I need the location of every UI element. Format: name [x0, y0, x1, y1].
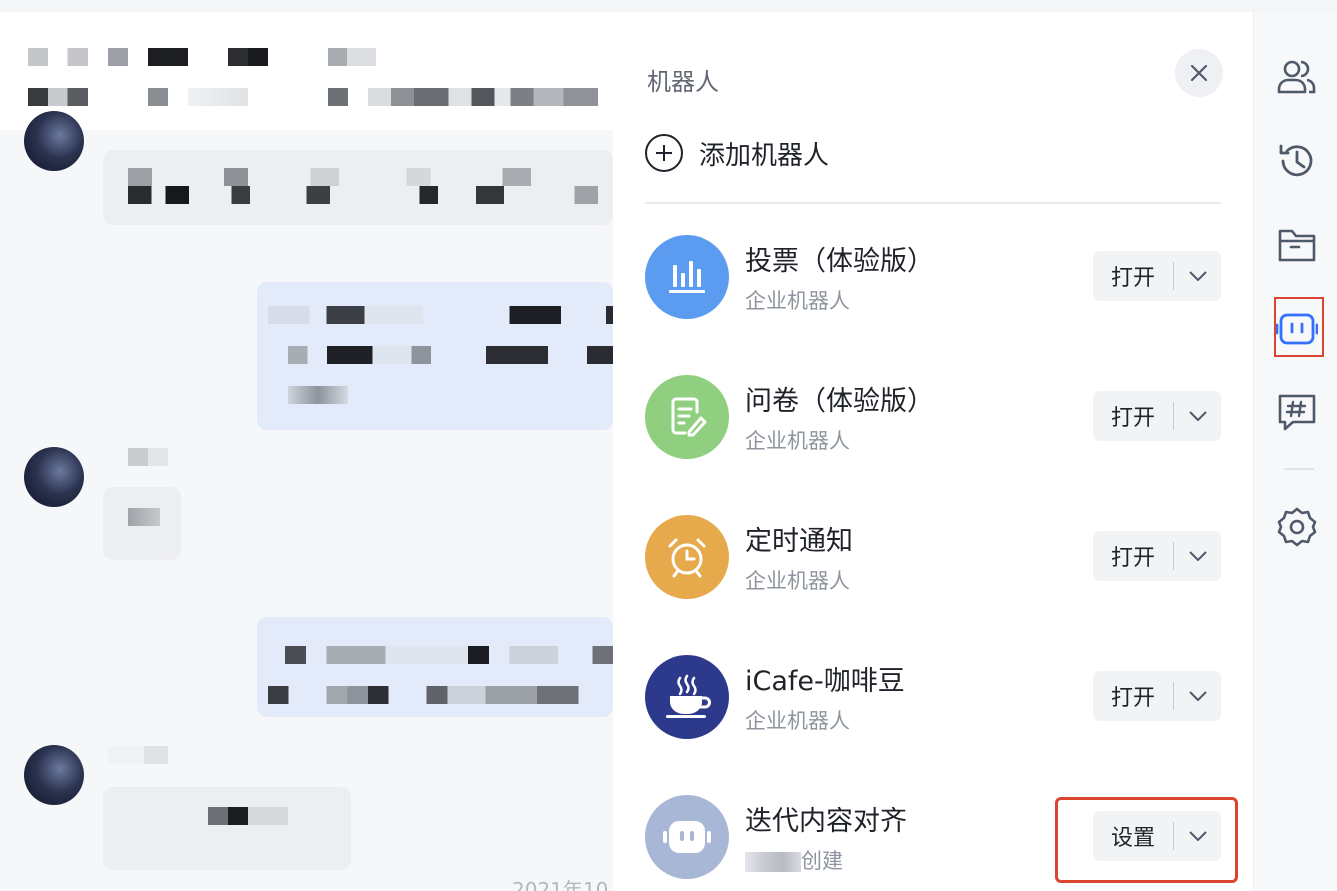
open-button-label: 打开 — [1110, 406, 1155, 431]
avatar — [24, 111, 84, 171]
settings-icon[interactable] — [1276, 506, 1318, 548]
robot-panel: 机器人 添加机器人 投票（体验版） 企业机器人 打开 问卷（体验版） 企业机器人… — [613, 12, 1253, 891]
bot-subtitle: 企业机器人 — [745, 569, 850, 593]
top-strip — [0, 0, 1337, 12]
panel-title: 机器人 — [647, 68, 719, 96]
add-robot-label: 添加机器人 — [699, 140, 830, 171]
settings-button[interactable]: 设置 — [1093, 811, 1221, 861]
bot-name: 投票（体验版） — [745, 246, 934, 277]
robot-face-icon — [645, 795, 729, 879]
message-bubble — [103, 787, 351, 870]
bot-item-icafe[interactable]: iCafe-咖啡豆 企业机器人 打开 — [645, 655, 1225, 745]
bot-name: 问卷（体验版） — [745, 386, 934, 417]
bot-item-vote[interactable]: 投票（体验版） 企业机器人 打开 — [645, 235, 1225, 325]
chevron-down-icon[interactable] — [1174, 391, 1221, 441]
open-button[interactable]: 打开 — [1093, 251, 1221, 301]
bot-item-timed-notice[interactable]: 定时通知 企业机器人 打开 — [645, 515, 1225, 605]
edit-document-icon — [645, 375, 729, 459]
divider — [645, 202, 1221, 204]
bot-subtitle: 企业机器人 — [745, 709, 850, 733]
chevron-down-icon[interactable] — [1174, 251, 1221, 301]
robot-icon[interactable] — [1276, 308, 1318, 350]
chat-date: 2021年10 — [512, 878, 609, 891]
open-button-label: 打开 — [1110, 266, 1155, 291]
right-sidebar — [1253, 12, 1337, 891]
alarm-clock-icon — [645, 515, 729, 599]
chevron-down-icon[interactable] — [1174, 811, 1221, 861]
avatar — [24, 447, 84, 507]
creator-suffix: 创建 — [801, 849, 843, 873]
coffee-cup-icon — [645, 655, 729, 739]
bot-subtitle: 企业机器人 — [745, 429, 850, 453]
folder-icon[interactable] — [1276, 224, 1318, 266]
bot-name: 定时通知 — [745, 526, 853, 557]
sidebar-divider — [1284, 468, 1314, 470]
history-icon[interactable] — [1276, 140, 1318, 182]
chevron-down-icon[interactable] — [1174, 671, 1221, 721]
members-icon[interactable] — [1276, 56, 1318, 98]
open-button[interactable]: 打开 — [1093, 671, 1221, 721]
redacted-creator — [745, 852, 801, 872]
chat-area: 2021年10 — [0, 12, 613, 891]
settings-button-label: 设置 — [1110, 826, 1155, 851]
open-button-label: 打开 — [1110, 546, 1155, 571]
bot-item-questionnaire[interactable]: 问卷（体验版） 企业机器人 打开 — [645, 375, 1225, 465]
topic-icon[interactable] — [1276, 392, 1318, 434]
add-robot-button[interactable]: 添加机器人 — [645, 134, 829, 172]
avatar — [24, 745, 84, 805]
open-button-label: 打开 — [1110, 686, 1155, 711]
bot-subtitle: 企业机器人 — [745, 289, 850, 313]
chat-header — [0, 12, 613, 130]
open-button[interactable]: 打开 — [1093, 531, 1221, 581]
open-button[interactable]: 打开 — [1093, 391, 1221, 441]
chart-bars-icon — [645, 235, 729, 319]
bot-name: 迭代内容对齐 — [745, 806, 907, 837]
close-button[interactable] — [1175, 49, 1223, 97]
bot-item-iteration-align[interactable]: 迭代内容对齐 创建 设置 — [645, 795, 1225, 885]
add-circle-icon — [645, 134, 683, 172]
bot-name: iCafe-咖啡豆 — [745, 666, 905, 697]
bot-subtitle: 创建 — [745, 845, 843, 875]
chevron-down-icon[interactable] — [1174, 531, 1221, 581]
close-icon — [1190, 64, 1208, 82]
